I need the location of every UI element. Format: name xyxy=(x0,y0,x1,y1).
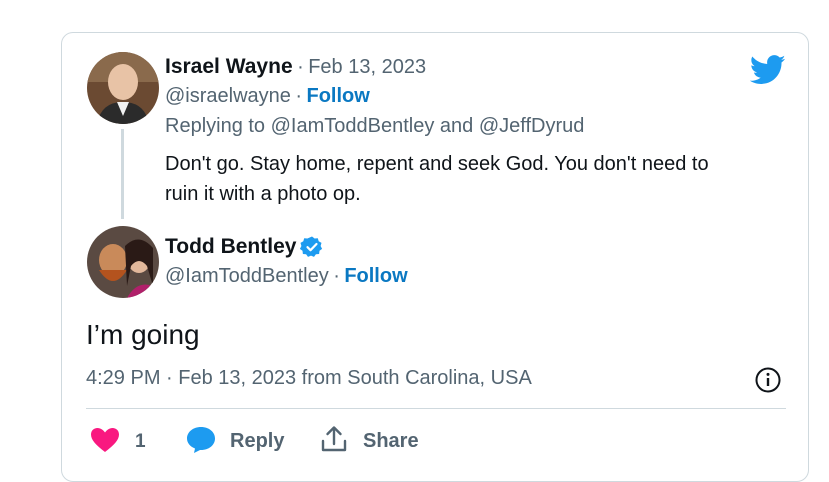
separator: · xyxy=(333,265,340,287)
replying-user-link[interactable]: @JeffDyrud xyxy=(479,115,585,137)
follow-button[interactable]: Follow xyxy=(344,265,407,287)
author-handle[interactable]: @israelwayne xyxy=(165,85,291,107)
reply-button[interactable]: Reply xyxy=(230,430,284,453)
author-handle[interactable]: @IamToddBentley xyxy=(165,265,329,287)
parent-tweet-text: Don't go. Stay home, repent and seek God… xyxy=(165,149,709,209)
main-tweet-text: I’m going xyxy=(86,319,200,350)
main-tweet-header: Todd Bentley xyxy=(165,235,324,259)
info-icon[interactable] xyxy=(754,366,782,394)
thread-connector-line xyxy=(121,129,124,219)
like-count[interactable]: 1 xyxy=(135,431,146,453)
share-icon[interactable] xyxy=(320,425,348,453)
share-button[interactable]: Share xyxy=(363,430,419,453)
follow-button[interactable]: Follow xyxy=(307,85,370,107)
replying-and: and xyxy=(439,115,474,137)
separator: · xyxy=(297,56,304,78)
tweet-text-line: ruin it with a photo op. xyxy=(165,183,361,205)
author-name[interactable]: Israel Wayne xyxy=(165,55,293,78)
parent-handle-row: @israelwayne · Follow xyxy=(165,85,370,108)
replying-to: Replying to @IamToddBentley and @JeffDyr… xyxy=(165,115,584,138)
parent-tweet-header: Israel Wayne · Feb 13, 2023 xyxy=(165,55,426,79)
author-name[interactable]: Todd Bentley xyxy=(165,235,296,259)
embedded-tweet-card: Israel Wayne · Feb 13, 2023 @israelwayne… xyxy=(61,32,809,482)
divider xyxy=(86,408,786,409)
tweet-text-line: Don't go. Stay home, repent and seek God… xyxy=(165,153,709,175)
separator: · xyxy=(295,85,303,107)
replying-user-link[interactable]: @IamToddBentley xyxy=(271,115,435,137)
avatar-israel-wayne[interactable] xyxy=(87,52,159,124)
avatar-todd-bentley[interactable] xyxy=(87,226,159,298)
heart-icon[interactable] xyxy=(90,427,120,453)
main-handle-row: @IamToddBentley · Follow xyxy=(165,265,408,288)
replying-prefix: Replying to xyxy=(165,115,266,137)
speech-bubble-icon[interactable] xyxy=(186,426,216,454)
twitter-bird-icon[interactable] xyxy=(749,55,786,85)
tweet-timestamp-location[interactable]: 4:29 PM · Feb 13, 2023 from South Caroli… xyxy=(86,367,532,390)
tweet-date[interactable]: Feb 13, 2023 xyxy=(308,56,426,78)
verified-badge-icon xyxy=(300,235,324,259)
